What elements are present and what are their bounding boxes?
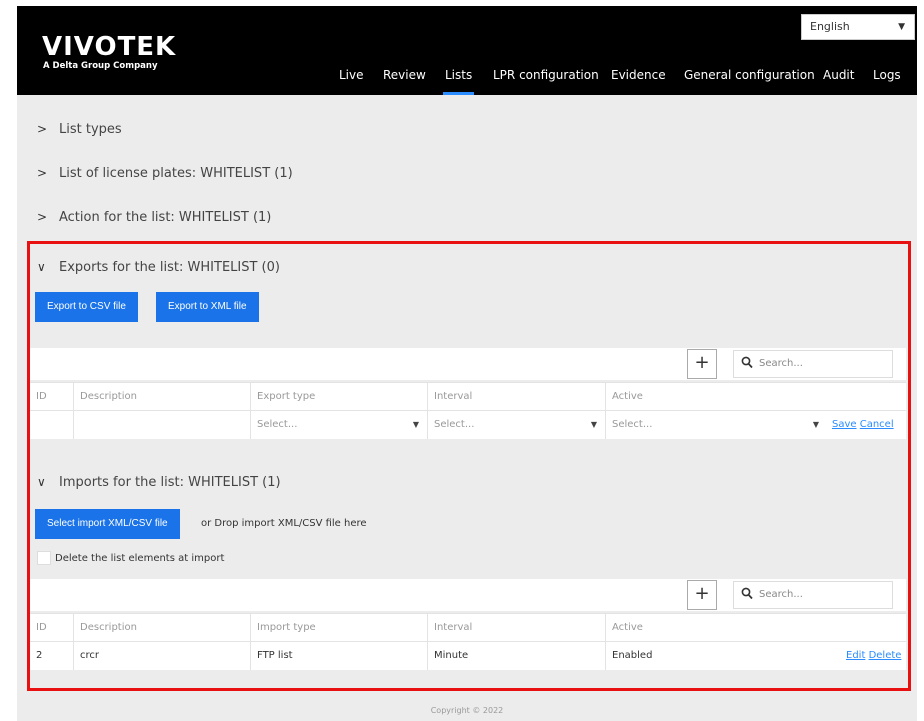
row-actions: Edit Delete — [846, 642, 901, 669]
imports-table: ID Description Import type Interval Acti… — [30, 613, 906, 670]
id-cell — [30, 411, 73, 439]
table-header-row: ID Description Export type Interval Acti… — [30, 382, 906, 411]
logo-text: VIVOTEK — [42, 32, 177, 62]
nav-evidence[interactable]: Evidence — [611, 68, 666, 82]
save-link[interactable]: Save — [832, 419, 857, 430]
language-value: English — [810, 20, 850, 33]
column-header-description: Description — [73, 383, 250, 411]
export-xml-button[interactable]: Export to XML file — [156, 292, 259, 322]
chevron-down-icon: ▼ — [898, 22, 905, 32]
section-title: Imports for the list: WHITELIST (1) — [59, 475, 281, 490]
description-input[interactable] — [73, 411, 250, 439]
interval-select[interactable]: Select... ▼ — [427, 411, 605, 439]
section-imports[interactable]: ∨ Imports for the list: WHITELIST (1) — [37, 475, 281, 490]
exports-table: ID Description Export type Interval Acti… — [30, 382, 906, 439]
export-type-select[interactable]: Select... ▼ — [250, 411, 427, 439]
select-import-file-button[interactable]: Select import XML/CSV file — [35, 509, 180, 539]
search-placeholder: Search... — [759, 589, 803, 600]
section-title: List types — [59, 122, 122, 137]
select-value: Select... — [434, 419, 475, 430]
section-list-types[interactable]: > List types — [37, 122, 122, 137]
row-actions: Save Cancel — [832, 411, 894, 438]
new-export-row: Select... ▼ Select... ▼ Select... ▼ Save Ca… — [30, 410, 906, 439]
chevron-down-icon: ∨ — [37, 260, 46, 274]
section-title: Action for the list: WHITELIST (1) — [59, 210, 272, 225]
copyright-text: Copyright © 2022 — [430, 706, 504, 715]
main-nav: Live Review Lists LPR configuration Evid… — [17, 66, 917, 95]
nav-lists[interactable]: Lists — [442, 68, 475, 95]
column-header-id: ID — [36, 622, 47, 633]
column-header-id: ID — [36, 391, 47, 402]
main-content: > List types > List of license plates: WHI… — [17, 95, 917, 721]
chevron-right-icon: > — [37, 166, 48, 180]
edit-link[interactable]: Edit — [846, 650, 865, 661]
column-header-import-type: Import type — [250, 614, 427, 642]
exports-search-input[interactable]: Search... — [733, 350, 893, 378]
search-placeholder: Search... — [759, 358, 803, 369]
imports-search-input[interactable]: Search... — [733, 581, 893, 609]
chevron-right-icon: > — [37, 210, 48, 224]
delete-elements-label: Delete the list elements at import — [55, 553, 225, 564]
nav-general-configuration[interactable]: General configuration — [684, 68, 815, 82]
table-row: 2 crcr FTP list Minute Enabled Edit Dele… — [30, 641, 906, 670]
search-icon — [741, 356, 753, 369]
select-value: Select... — [612, 419, 653, 430]
select-value: Select... — [257, 419, 298, 430]
cancel-link[interactable]: Cancel — [860, 419, 894, 430]
chevron-down-icon: ▼ — [812, 420, 819, 429]
chevron-down-icon: ▼ — [412, 420, 419, 429]
column-header-description: Description — [73, 614, 250, 642]
nav-live[interactable]: Live — [339, 68, 364, 82]
drop-zone-text[interactable]: or Drop import XML/CSV file here — [201, 518, 367, 529]
chevron-right-icon: > — [37, 122, 48, 136]
nav-audit[interactable]: Audit — [823, 68, 854, 82]
id-cell: 2 — [36, 650, 43, 661]
section-exports[interactable]: ∨ Exports for the list: WHITELIST (0) — [37, 260, 280, 275]
column-header-export-type: Export type — [250, 383, 427, 411]
nav-lpr-configuration[interactable]: LPR configuration — [493, 68, 599, 82]
add-import-button[interactable]: + — [687, 580, 717, 610]
table-header-row: ID Description Import type Interval Acti… — [30, 613, 906, 642]
add-export-button[interactable]: + — [687, 349, 717, 379]
nav-logs[interactable]: Logs — [873, 68, 901, 82]
active-cell: Enabled — [605, 642, 825, 670]
top-header: VIVOTEK A Delta Group Company English ▼ … — [17, 6, 917, 95]
delete-elements-checkbox[interactable] — [37, 551, 51, 565]
description-cell: crcr — [73, 642, 250, 670]
chevron-down-icon: ∨ — [37, 475, 46, 489]
exports-toolbar: + Search... — [30, 348, 906, 380]
column-header-interval: Interval — [427, 383, 605, 411]
active-select[interactable]: Select... ▼ — [605, 411, 827, 439]
column-header-interval: Interval — [427, 614, 605, 642]
interval-cell: Minute — [427, 642, 605, 670]
section-license-plates[interactable]: > List of license plates: WHITELIST (1) — [37, 166, 293, 181]
column-header-active: Active — [605, 614, 906, 642]
section-action[interactable]: > Action for the list: WHITELIST (1) — [37, 210, 271, 225]
section-title: List of license plates: WHITELIST (1) — [59, 166, 293, 181]
column-header-active: Active — [605, 383, 906, 411]
imports-toolbar: + Search... — [30, 579, 906, 611]
export-csv-button[interactable]: Export to CSV file — [35, 292, 138, 322]
section-title: Exports for the list: WHITELIST (0) — [59, 260, 280, 275]
import-type-cell: FTP list — [250, 642, 427, 670]
search-icon — [741, 587, 753, 600]
delete-link[interactable]: Delete — [869, 650, 902, 661]
chevron-down-icon: ▼ — [590, 420, 597, 429]
language-select[interactable]: English ▼ — [801, 14, 915, 40]
nav-review[interactable]: Review — [383, 68, 426, 82]
